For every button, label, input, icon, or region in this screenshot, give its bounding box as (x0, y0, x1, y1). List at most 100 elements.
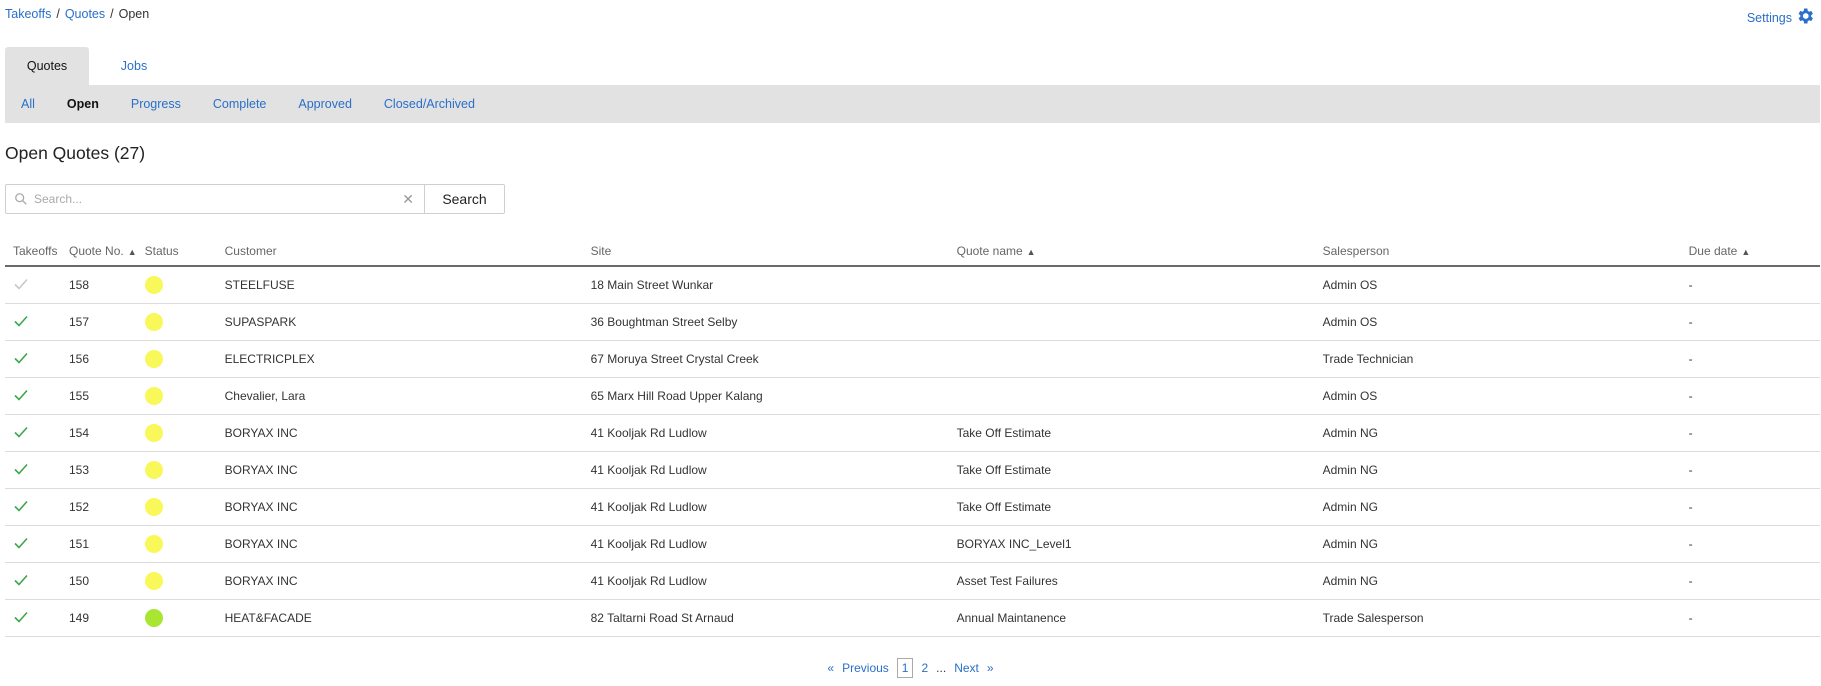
column-header-status[interactable]: Status (136, 237, 217, 267)
site-cell: 41 Kooljak Rd Ludlow (582, 451, 949, 489)
table-row[interactable]: 158 STEELFUSE 18 Main Street Wunkar Admin O… (5, 266, 1820, 304)
page-1-current[interactable]: 1 (896, 658, 914, 678)
subtab-open[interactable]: Open (67, 97, 99, 111)
quote-name-cell: BORYAX INC_Level1 (948, 525, 1315, 563)
column-header-customer[interactable]: Customer (216, 237, 583, 267)
status-cell (136, 340, 217, 378)
table-row[interactable]: 149 HEAT&FACADE 82 Taltarni Road St Arnaud… (5, 599, 1820, 637)
subtab-progress[interactable]: Progress (131, 97, 181, 111)
customer-cell: STEELFUSE (216, 266, 583, 304)
quote-no-cell: 155 (61, 377, 137, 415)
quote-name-cell: Asset Test Failures (948, 562, 1315, 600)
pagination: « Previous 1 2 ... Next » (0, 658, 1821, 678)
status-indicator (144, 424, 163, 442)
check-icon (14, 352, 28, 364)
quote-name-cell: Take Off Estimate (948, 414, 1315, 452)
salesperson-cell: Admin NG (1314, 451, 1681, 489)
quote-no-cell: 154 (61, 414, 137, 452)
quotes-table: Takeoffs Quote No. ▲ Status Customer Site… (5, 237, 1820, 637)
site-cell: 36 Boughtman Street Selby (582, 303, 949, 341)
page-title: Open Quotes (27) (5, 143, 146, 163)
subtab-approved[interactable]: Approved (298, 97, 352, 111)
last-page-link[interactable]: » (987, 661, 994, 675)
status-cell (136, 303, 217, 341)
search-bar: ✕ Search (5, 184, 505, 214)
table-row[interactable]: 152 BORYAX INC 41 Kooljak Rd Ludlow Take Of… (5, 488, 1820, 526)
table-row[interactable]: 150 BORYAX INC 41 Kooljak Rd Ludlow Asset T… (5, 562, 1820, 600)
column-header-due-date[interactable]: Due date ▲ (1680, 237, 1820, 267)
search-input[interactable] (32, 191, 396, 207)
table-row[interactable]: 155 Chevalier, Lara 65 Marx Hill Road Uppe… (5, 377, 1820, 415)
customer-cell: ELECTRICPLEX (216, 340, 583, 378)
takeoff-cell (5, 488, 61, 526)
site-cell: 65 Marx Hill Road Upper Kalang (582, 377, 949, 415)
previous-page-link[interactable]: Previous (842, 661, 889, 675)
customer-cell: BORYAX INC (216, 451, 583, 489)
column-header-quote-name[interactable]: Quote name ▲ (948, 237, 1315, 267)
takeoff-cell (5, 340, 61, 378)
search-button[interactable]: Search (425, 184, 505, 214)
status-indicator (144, 387, 163, 405)
breadcrumb-separator: / (56, 7, 60, 21)
check-icon (14, 463, 28, 475)
sort-arrow-icon: ▲ (127, 247, 137, 257)
status-cell (136, 562, 217, 600)
site-cell: 41 Kooljak Rd Ludlow (582, 414, 949, 452)
sort-arrow-icon: ▲ (1741, 247, 1751, 257)
table-row[interactable]: 156 ELECTRICPLEX 67 Moruya Street Crystal … (5, 340, 1820, 378)
quote-no-cell: 150 (61, 562, 137, 600)
due-date-cell: - (1680, 377, 1820, 415)
column-header-takeoffs[interactable]: Takeoffs (5, 237, 61, 267)
quote-name-cell: Take Off Estimate (948, 488, 1315, 526)
subtab-closed-archived[interactable]: Closed/Archived (384, 97, 475, 111)
customer-cell: BORYAX INC (216, 488, 583, 526)
takeoff-cell (5, 525, 61, 563)
clear-icon[interactable]: ✕ (402, 191, 414, 208)
quote-name-cell (948, 266, 1315, 304)
salesperson-cell: Admin OS (1314, 377, 1681, 415)
takeoff-cell (5, 599, 61, 637)
column-header-quote-no[interactable]: Quote No. ▲ (61, 237, 137, 267)
settings-label[interactable]: Settings (1747, 11, 1792, 25)
due-date-cell: - (1680, 562, 1820, 600)
tab-quotes[interactable]: Quotes (5, 47, 89, 85)
tab-jobs[interactable]: Jobs (89, 47, 179, 85)
quote-no-cell: 158 (61, 266, 137, 304)
table-row[interactable]: 157 SUPASPARK 36 Boughtman Street Selby Adm… (5, 303, 1820, 341)
status-cell (136, 599, 217, 637)
status-cell (136, 377, 217, 415)
table-row[interactable]: 151 BORYAX INC 41 Kooljak Rd Ludlow BORYAX … (5, 525, 1820, 563)
search-icon (15, 193, 27, 205)
column-header-site[interactable]: Site (582, 237, 949, 267)
first-page-link[interactable]: « (827, 661, 834, 675)
search-field: ✕ (5, 184, 425, 214)
due-date-cell: - (1680, 303, 1820, 341)
customer-cell: BORYAX INC (216, 414, 583, 452)
status-indicator (144, 350, 163, 368)
salesperson-cell: Admin NG (1314, 488, 1681, 526)
table-row[interactable]: 153 BORYAX INC 41 Kooljak Rd Ludlow Take Of… (5, 451, 1820, 489)
quote-name-cell (948, 303, 1315, 341)
customer-cell: Chevalier, Lara (216, 377, 583, 415)
breadcrumb-takeoffs[interactable]: Takeoffs (5, 7, 51, 21)
settings-link[interactable]: Settings (1747, 6, 1815, 29)
takeoff-cell (5, 414, 61, 452)
gear-icon[interactable] (1795, 6, 1815, 29)
next-page-link[interactable]: Next (954, 661, 979, 675)
quote-no-cell: 149 (61, 599, 137, 637)
salesperson-cell: Admin NG (1314, 414, 1681, 452)
takeoff-cell (5, 303, 61, 341)
customer-cell: BORYAX INC (216, 562, 583, 600)
due-date-cell: - (1680, 451, 1820, 489)
subtab-all[interactable]: All (21, 97, 35, 111)
table-row[interactable]: 154 BORYAX INC 41 Kooljak Rd Ludlow Take Of… (5, 414, 1820, 452)
site-cell: 41 Kooljak Rd Ludlow (582, 525, 949, 563)
subtab-complete[interactable]: Complete (213, 97, 267, 111)
breadcrumb-quotes[interactable]: Quotes (65, 7, 105, 21)
customer-cell: HEAT&FACADE (216, 599, 583, 637)
site-cell: 41 Kooljak Rd Ludlow (582, 562, 949, 600)
due-date-cell: - (1680, 599, 1820, 637)
salesperson-cell: Admin NG (1314, 562, 1681, 600)
column-header-salesperson[interactable]: Salesperson (1314, 237, 1681, 267)
page-2-link[interactable]: 2 (921, 661, 928, 675)
